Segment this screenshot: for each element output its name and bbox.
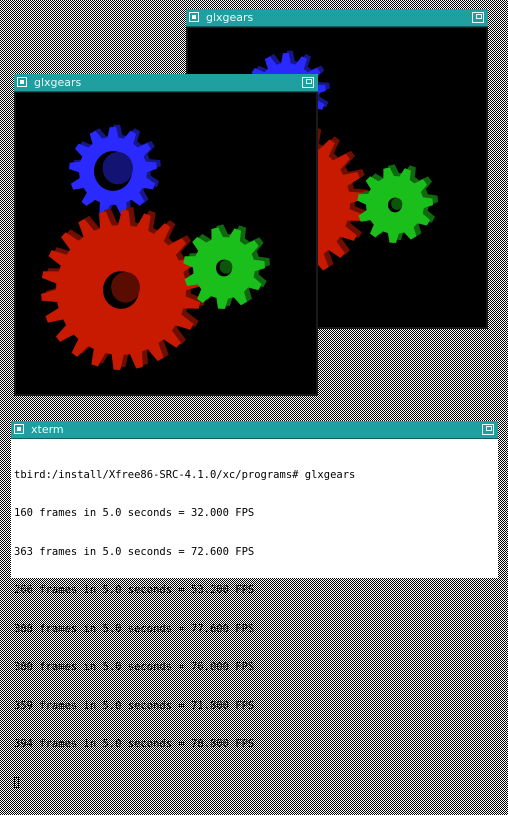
- window-menu-icon[interactable]: [17, 77, 27, 87]
- titlebar[interactable]: glxgears: [14, 74, 318, 92]
- titlebar[interactable]: xterm: [11, 421, 498, 439]
- maximize-icon[interactable]: [302, 77, 314, 88]
- glxgears-window-front[interactable]: glxgears: [14, 74, 318, 396]
- gl-viewport: [16, 93, 316, 394]
- gear-hole-inner: [111, 272, 140, 303]
- window-menu-icon[interactable]: [14, 424, 24, 434]
- maximize-icon[interactable]: [472, 12, 484, 23]
- terminal-line: 266 frames in 5.0 seconds = 53.200 FPS: [14, 584, 255, 597]
- terminal-line: 160 frames in 5.0 seconds = 32.000 FPS: [14, 507, 255, 520]
- terminal-line: 394 frames in 5.0 seconds = 78.800 FPS: [14, 738, 255, 751]
- terminal-line: 359 frames in 5.0 seconds = 71.800 FPS: [14, 699, 255, 712]
- window-title: glxgears: [206, 11, 254, 24]
- text-cursor: [14, 777, 19, 789]
- terminal-line: 380 frames in 5.0 seconds = 76.000 FPS: [14, 661, 255, 674]
- green-gear: [357, 164, 438, 243]
- terminal-line: 363 frames in 5.0 seconds = 72.600 FPS: [14, 545, 255, 558]
- window-title: glxgears: [34, 76, 82, 89]
- xterm-window[interactable]: xterm tbird:/install/Xfree86-SRC-4.1.0/x…: [11, 421, 498, 789]
- red-gear: [41, 207, 206, 370]
- terminal-line: tbird:/install/Xfree86-SRC-4.1.0/xc/prog…: [14, 468, 356, 481]
- gears-render-front: [41, 124, 270, 370]
- gear-hole-inner: [219, 260, 233, 274]
- gear-hole-inner: [102, 152, 133, 185]
- titlebar[interactable]: glxgears: [186, 9, 488, 27]
- blue-gear: [69, 124, 161, 215]
- window-menu-icon[interactable]: [189, 12, 199, 22]
- maximize-icon[interactable]: [482, 424, 494, 435]
- terminal-output[interactable]: tbird:/install/Xfree86-SRC-4.1.0/xc/prog…: [13, 440, 496, 789]
- terminal-line: 388 frames in 5.0 seconds = 77.600 FPS: [14, 622, 255, 635]
- gear-hole-inner: [391, 198, 403, 210]
- window-title: xterm: [31, 423, 64, 436]
